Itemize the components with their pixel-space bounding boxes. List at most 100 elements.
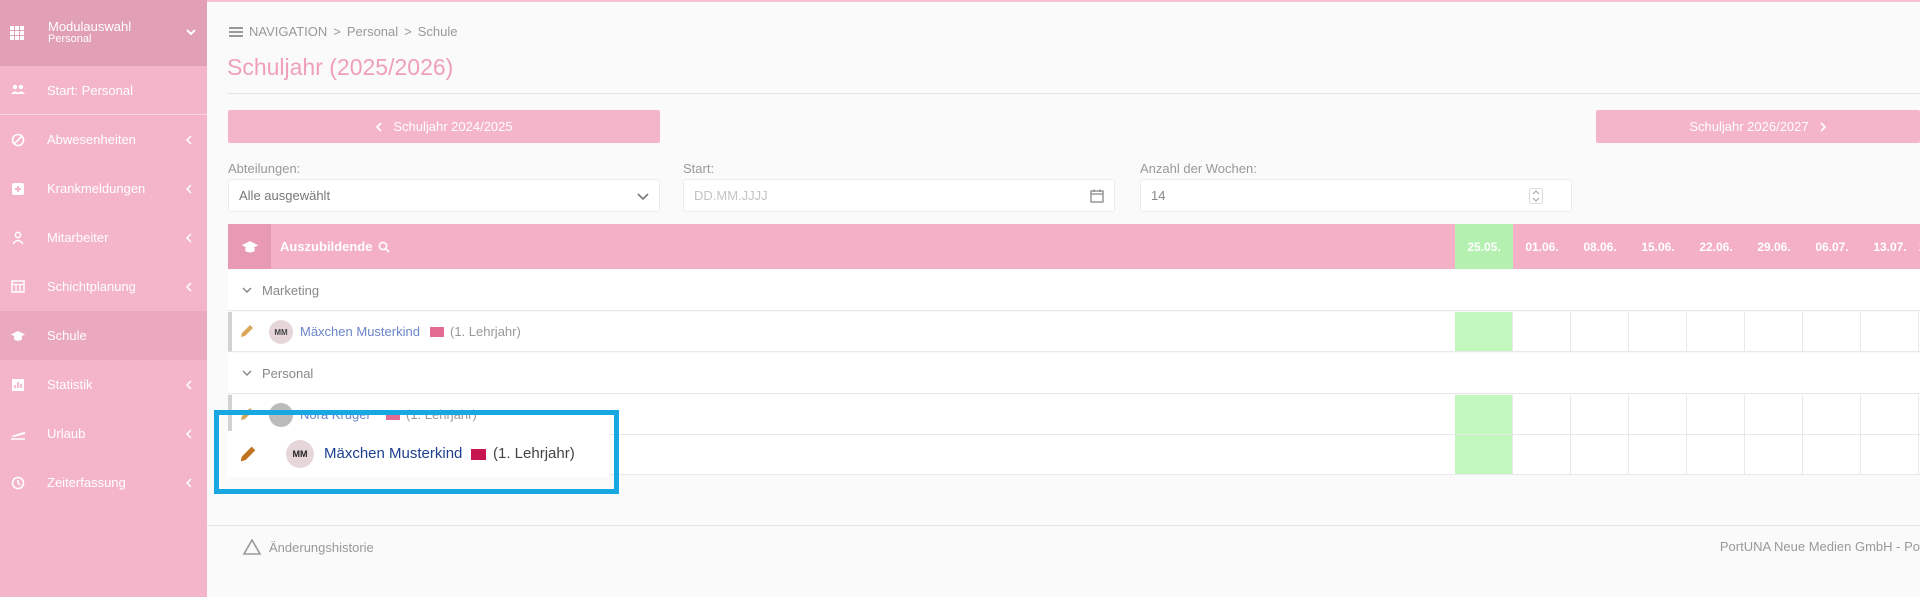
sidebar-item-label: Start: Personal (47, 82, 133, 98)
week-cell[interactable] (1629, 395, 1687, 434)
start-date-input[interactable]: DD.MM.JJJJ (683, 179, 1115, 212)
week-header: 01.06. (1525, 239, 1559, 254)
chevron-right-icon (1820, 121, 1826, 132)
week-cell[interactable] (1803, 435, 1861, 474)
title-divider (227, 93, 1920, 94)
breadcrumb-separator: > (333, 24, 341, 39)
clock-icon (10, 475, 26, 491)
next-year-button[interactable]: Schuljahr 2026/2027 (1596, 110, 1920, 143)
breadcrumb-personal[interactable]: Personal (347, 24, 398, 39)
sidebar: Modulauswahl Personal Start: Personal Ab… (0, 0, 207, 597)
breadcrumb-root[interactable]: NAVIGATION (249, 24, 327, 39)
number-stepper[interactable] (1529, 188, 1543, 204)
trainees-table-header: Auszubildende 25.05. 01.06. 08.06. 15.06… (228, 224, 1920, 269)
user-icon (10, 230, 26, 246)
group-personal[interactable]: Personal (228, 353, 1920, 394)
sidebar-item-krankmeldungen[interactable]: Krankmeldungen (0, 164, 207, 213)
top-divider (207, 0, 1920, 2)
sidebar-item-urlaub[interactable]: Urlaub (0, 409, 207, 458)
chevron-down-icon (186, 29, 196, 36)
avatar: MM (269, 320, 293, 344)
week-header: 06.07. (1815, 239, 1849, 254)
highlight-frame (214, 410, 619, 494)
week-cell[interactable] (1803, 312, 1861, 351)
next-year-label: Schuljahr 2026/2027 (1689, 119, 1809, 134)
week-cell[interactable] (1455, 435, 1513, 474)
group-marketing[interactable]: Marketing (228, 270, 1920, 311)
sidebar-item-abwesenheiten[interactable]: Abwesenheiten (0, 115, 207, 164)
week-cell[interactable] (1513, 312, 1571, 351)
week-cell[interactable] (1455, 395, 1513, 434)
calendar-icon[interactable] (1090, 189, 1104, 203)
sidebar-item-zeiterfassung[interactable]: Zeiterfassung (0, 458, 207, 507)
weeks-input[interactable]: 14 (1140, 179, 1572, 212)
sidebar-item-label: Zeiterfassung (47, 475, 126, 490)
training-year: (1. Lehrjahr) (450, 324, 521, 339)
trainees-title[interactable]: Auszubildende (280, 239, 391, 254)
week-header: 25.05. (1455, 224, 1513, 269)
graduation-cap-icon (228, 224, 271, 269)
chevron-left-icon (185, 135, 192, 145)
change-history-label: Änderungshistorie (269, 539, 374, 555)
trainee-name[interactable]: Mäxchen Musterkind (300, 324, 420, 339)
calendar-table-icon (10, 279, 26, 295)
sidebar-item-mitarbeiter[interactable]: Mitarbeiter (0, 213, 207, 262)
start-label: Start: (683, 161, 715, 176)
week-cell[interactable] (1803, 395, 1861, 434)
week-cell[interactable] (1571, 435, 1629, 474)
sidebar-item-schule[interactable]: Schule (0, 311, 207, 360)
grid-icon (10, 26, 24, 40)
week-cell[interactable] (1861, 395, 1919, 434)
search-icon[interactable] (378, 241, 391, 253)
module-subtitle: Personal (48, 33, 92, 45)
menu-icon[interactable] (229, 26, 243, 37)
week-cell[interactable] (1745, 312, 1803, 351)
week-cell[interactable] (1455, 312, 1513, 351)
users-icon (10, 82, 26, 98)
week-cell[interactable] (1687, 435, 1745, 474)
sidebar-item-label: Statistik (47, 377, 93, 392)
chevron-down-icon (242, 287, 252, 294)
week-cell[interactable] (1687, 312, 1745, 351)
chevron-down-icon (242, 370, 252, 377)
breadcrumb-separator: > (404, 24, 412, 39)
group-name: Marketing (262, 282, 320, 298)
group-name: Personal (262, 365, 314, 381)
week-cell[interactable] (1745, 435, 1803, 474)
week-cell[interactable] (1513, 395, 1571, 434)
mail-icon[interactable] (430, 327, 444, 337)
sidebar-item-label: Urlaub (47, 426, 86, 441)
pencil-icon[interactable] (238, 322, 256, 340)
week-cell[interactable] (1513, 435, 1571, 474)
medical-icon (10, 181, 26, 197)
previous-year-button[interactable]: Schuljahr 2024/2025 (228, 110, 660, 143)
weeks-label: Anzahl der Wochen: (1140, 161, 1257, 176)
sidebar-item-label: Mitarbeiter (47, 230, 109, 245)
sidebar-item-label: Krankmeldungen (47, 181, 146, 196)
plane-icon (10, 426, 26, 442)
warning-triangle-icon (243, 539, 261, 555)
week-cell[interactable] (1571, 312, 1629, 351)
sidebar-item-statistik[interactable]: Statistik (0, 360, 207, 409)
page-title: Schuljahr (2025/2026) (227, 54, 454, 80)
departments-value: Alle ausgewählt (239, 188, 331, 203)
sidebar-item-schichtplanung[interactable]: Schichtplanung (0, 262, 207, 311)
module-selector[interactable]: Modulauswahl Personal (0, 0, 207, 66)
week-cell[interactable] (1745, 395, 1803, 434)
week-cell[interactable] (1571, 395, 1629, 434)
week-cell[interactable] (1861, 312, 1919, 351)
copyright: PortUNA Neue Medien GmbH - Po (1719, 539, 1920, 554)
departments-select[interactable]: Alle ausgewählt (228, 179, 660, 212)
week-cell[interactable] (1629, 312, 1687, 351)
week-cell[interactable] (1629, 435, 1687, 474)
week-header: 29.06. (1757, 239, 1791, 254)
table-row: MM Mäxchen Musterkind (1. Lehrjahr) (228, 312, 1920, 352)
chevron-left-icon (185, 380, 192, 390)
chevron-left-icon (185, 184, 192, 194)
week-cell[interactable] (1687, 395, 1745, 434)
change-history[interactable]: Änderungshistorie (243, 539, 374, 555)
ban-icon (10, 132, 26, 148)
sidebar-item-start[interactable]: Start: Personal (0, 66, 207, 115)
week-cell[interactable] (1861, 435, 1919, 474)
previous-year-label: Schuljahr 2024/2025 (393, 119, 513, 134)
